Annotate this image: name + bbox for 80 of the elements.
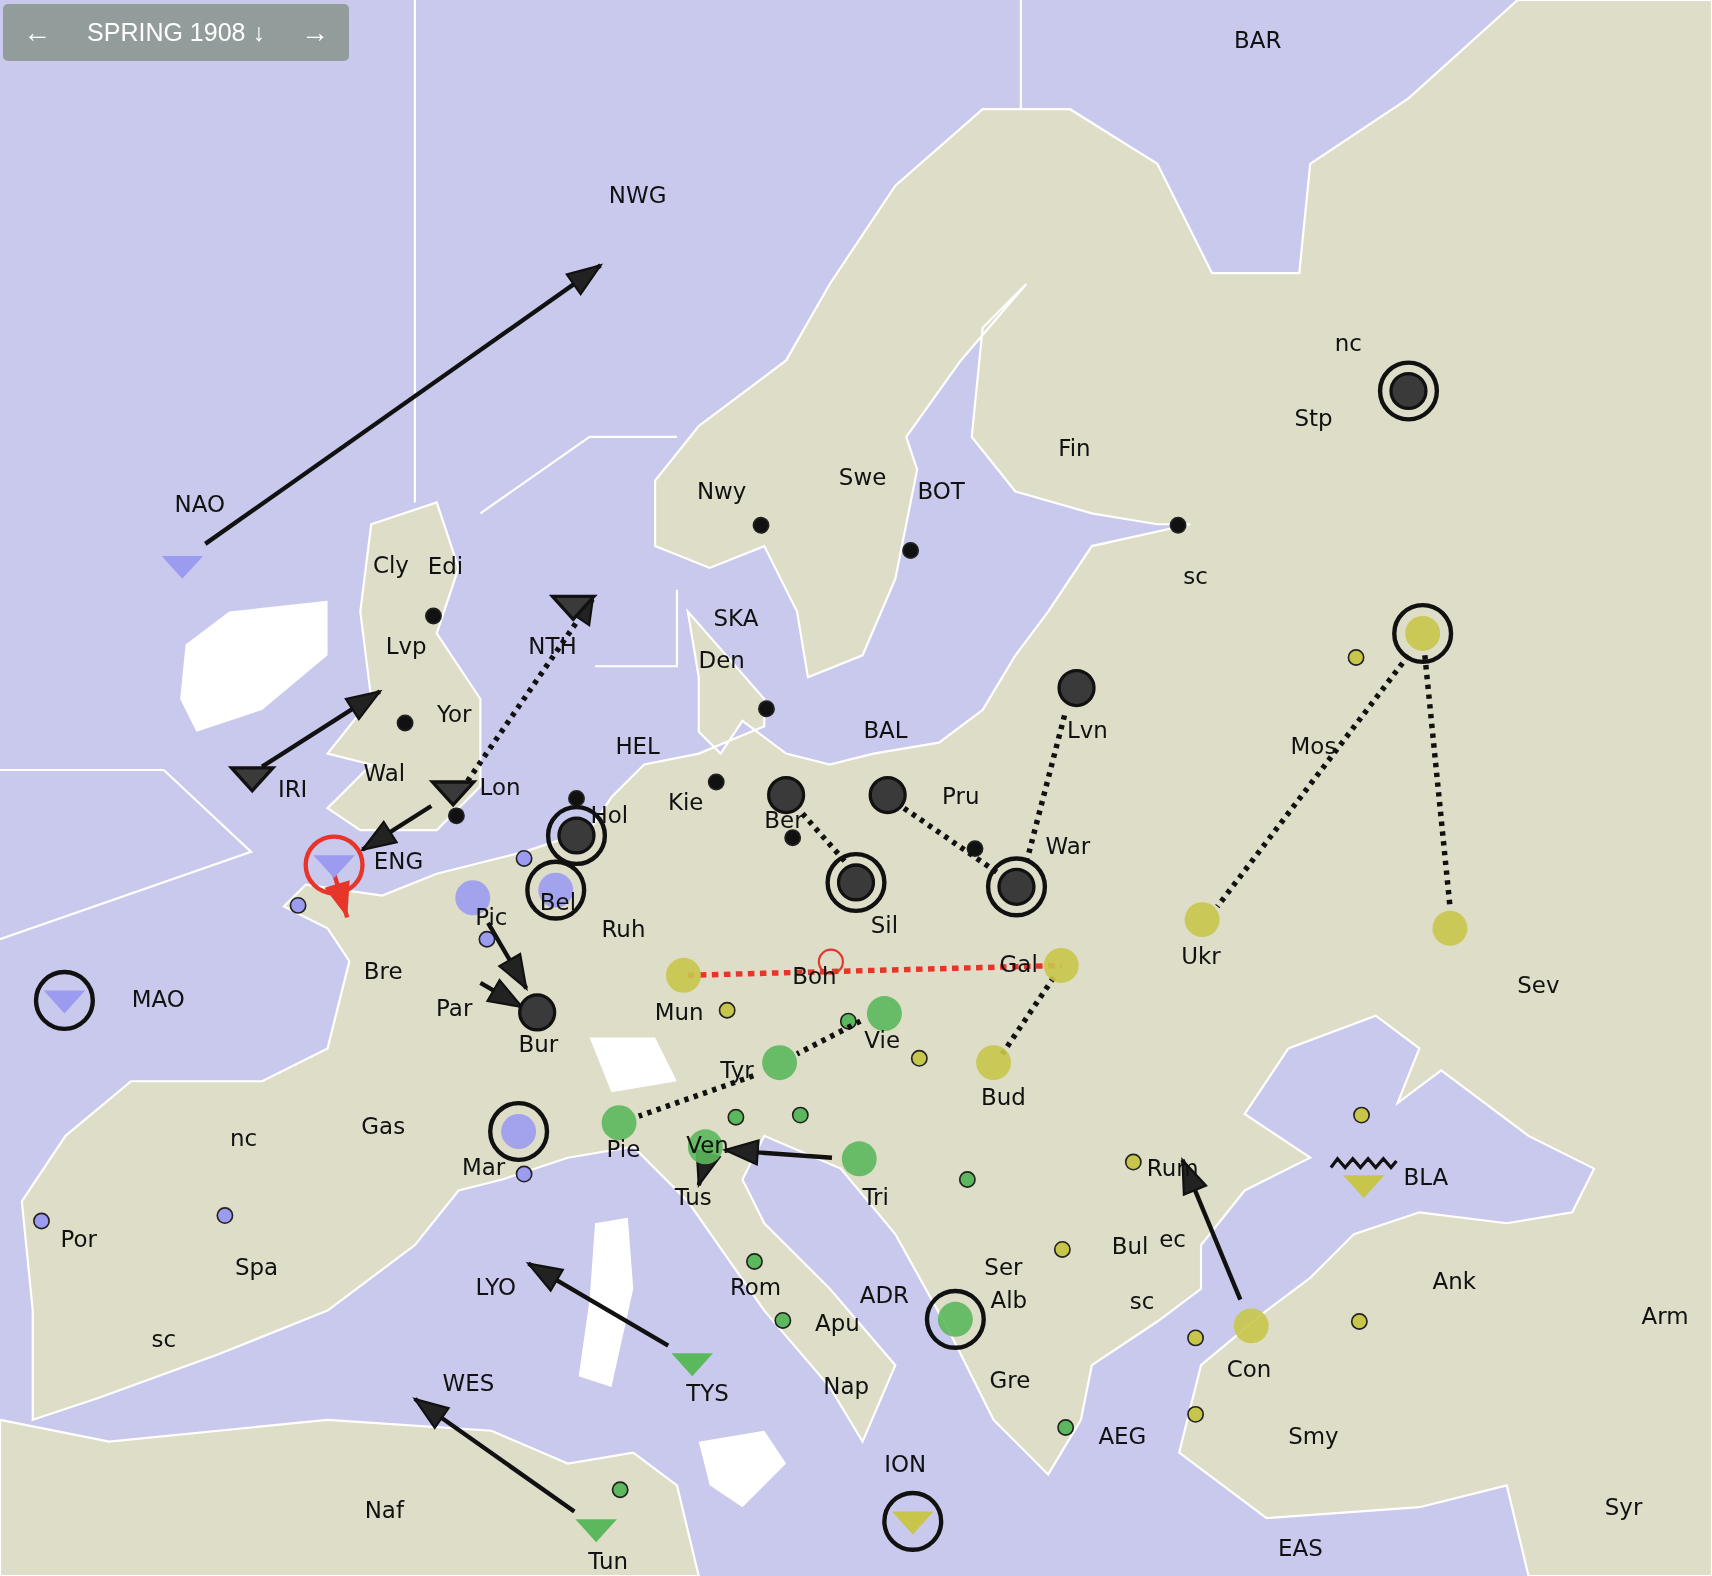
province-label: Gal [999,951,1038,977]
province-label: BAL [863,717,908,744]
province-label: Naf [364,1497,404,1524]
province-label: Spa [235,1253,279,1280]
province-label: sc [1183,563,1208,590]
province-label: Lvp [385,633,427,660]
province-label: ADR [859,1281,909,1308]
province-label: Bul [1111,1232,1149,1259]
province-label: Mos [1290,732,1337,759]
province-label: Apu [815,1310,860,1337]
province-label: Tri [862,1183,889,1210]
province-label: Wal [363,759,406,786]
province-label: BLA [1403,1163,1449,1190]
province-label: ION [884,1451,927,1478]
province-label: Mun [654,999,704,1026]
province-label: Tun [588,1548,628,1575]
province-label: SKA [713,604,759,631]
province-label: BAR [1234,27,1282,53]
province-label: Tyr [720,1056,754,1083]
province-label: AEG [1098,1422,1147,1449]
province-label: Swe [838,463,887,490]
province-label: Bud [981,1084,1026,1111]
province-label: NWG [608,182,667,209]
province-label: Bur [518,1030,559,1057]
province-label: ec [1159,1226,1186,1253]
province-label: TYS [686,1380,729,1407]
province-label: Cly [372,552,409,579]
province-label: Kie [667,789,704,816]
province-label: Rom [729,1274,782,1301]
province-label: Nwy [696,478,747,505]
province-label: Bel [539,888,577,915]
province-label: Nap [823,1372,870,1399]
province-label: Stp [1294,404,1333,431]
province-label: Alb [990,1287,1028,1314]
province-label: IRI [277,776,308,803]
province-label: Syr [1604,1493,1643,1520]
province-label: Arm [1641,1302,1689,1329]
province-label: sc [1129,1288,1155,1315]
province-label: Tus [674,1183,712,1210]
province-label: Ruh [601,916,646,943]
province-label: Den [698,647,745,674]
province-label: Con [1226,1356,1272,1383]
province-label: NAO [174,491,226,518]
province-label: MAO [131,985,185,1012]
province-label: Sil [870,911,899,938]
province-label: Ukr [1181,943,1221,970]
previous-phase-button[interactable]: ← [15,12,59,53]
province-label: LYO [475,1274,516,1301]
next-phase-button[interactable]: → [293,12,337,53]
province-label: Por [60,1226,97,1253]
province-label: EAS [1278,1535,1323,1562]
province-label: Ber [764,806,804,833]
province-label: Lon [479,774,521,801]
province-label: Ank [1432,1267,1477,1294]
province-label: nc [1334,329,1362,356]
province-label: Mar [462,1154,506,1181]
province-label: ENG [373,848,424,875]
phase-select-button[interactable]: SPRING 1908 ↓ [79,14,273,51]
province-label: Gas [361,1112,406,1139]
province-label: Vie [864,1027,901,1054]
province-label: Pru [942,782,980,809]
province-label: nc [229,1124,258,1151]
province-label: NTH [528,633,577,660]
province-label: Edi [427,553,464,580]
province-label: Ser [984,1253,1023,1280]
province-label: Par [436,994,473,1021]
province-label: Yor [437,700,472,727]
province-label: Pie [606,1135,641,1162]
province-label: Smy [1288,1422,1339,1449]
province-label: Sev [1517,971,1560,998]
province-label: WES [442,1370,495,1397]
province-label: sc [151,1325,177,1352]
province-label: BOT [917,478,965,505]
province-label: Pic [475,904,508,930]
province-label: Bre [363,957,403,984]
province-label: HEL [615,732,660,759]
province-label: Lvn [1067,717,1108,744]
province-label: Fin [1058,435,1091,462]
province-label: War [1045,833,1091,859]
province-label: Gre [989,1367,1031,1394]
